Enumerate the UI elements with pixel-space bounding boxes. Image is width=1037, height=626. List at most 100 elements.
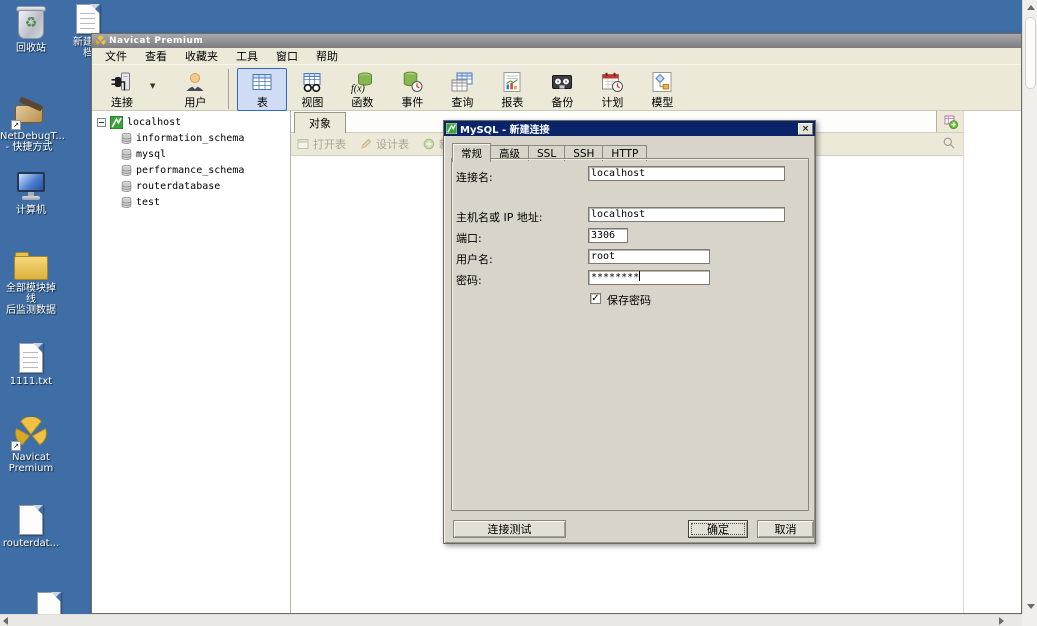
- horizontal-scrollbar[interactable]: [0, 614, 1022, 626]
- toolbar-label: 报表: [501, 94, 523, 110]
- tree-item-db[interactable]: mysql: [92, 146, 290, 162]
- desktop-icon-recycle-bin[interactable]: ♻ 回收站: [2, 4, 60, 54]
- desktop-icon-netdebug-shortcut[interactable]: ↗ NetDebugT...- 快捷方式: [0, 102, 58, 153]
- window-titlebar[interactable]: Navicat Premium: [92, 34, 1021, 48]
- password-input[interactable]: ********: [588, 270, 710, 285]
- menu-favorites[interactable]: 收藏夹: [176, 47, 227, 65]
- database-icon: [121, 132, 132, 145]
- scroll-right-icon[interactable]: [999, 617, 1004, 625]
- tree-item-localhost[interactable]: localhost: [92, 114, 290, 130]
- username-input[interactable]: root: [588, 249, 710, 264]
- desktop-icon-1111-txt[interactable]: 1111.txt: [2, 343, 60, 387]
- scroll-left-icon[interactable]: [3, 617, 8, 625]
- menu-help[interactable]: 帮助: [307, 47, 347, 65]
- toolbar-label: 表: [257, 94, 268, 110]
- new-connection-dialog: MySQL - 新建连接 × 常规 高级 SSL SSH HTTP 连接名: l…: [443, 120, 816, 544]
- test-connection-button[interactable]: 连接测试: [453, 520, 566, 538]
- toolbar-label: 模型: [651, 94, 673, 110]
- icon-label-line1: 全部模块掉线: [6, 283, 56, 305]
- menu-file[interactable]: 文件: [96, 47, 136, 65]
- file-icon: [19, 505, 43, 535]
- tree-item-db[interactable]: test: [92, 194, 290, 210]
- scroll-up-icon[interactable]: [1027, 5, 1035, 10]
- text-document-icon: [76, 4, 100, 34]
- connection-name-label: 连接名:: [456, 169, 493, 185]
- collapse-icon[interactable]: [97, 118, 106, 127]
- netdebug-tool-icon: ↗: [13, 102, 45, 128]
- toolbar-schedule-button[interactable]: 计划: [587, 68, 637, 111]
- toolbar-connect-button[interactable]: 连接: [97, 68, 147, 111]
- user-icon: [183, 70, 207, 94]
- toolbar-view-button[interactable]: 视图: [287, 68, 337, 111]
- icon-label: 计算机: [2, 205, 60, 216]
- tree-item-db[interactable]: performance_schema: [92, 162, 290, 178]
- desktop: ♻ 回收站 新建文档 ↗ NetDebugT...- 快捷方式 计算机 全部模块…: [0, 0, 1037, 626]
- toolbar-label: 函数: [351, 94, 373, 110]
- icon-label: 回收站: [2, 43, 60, 54]
- shortcut-arrow-icon: ↗: [11, 441, 21, 451]
- toolbar-table-button[interactable]: 表: [237, 68, 287, 111]
- desktop-icon-module-data-folder[interactable]: 全部模块掉线后监测数据: [2, 252, 60, 316]
- main-toolbar: 连接 ▼ 用户 表 视图 f(x) 函数: [92, 65, 1021, 111]
- design-table-button[interactable]: 设计表: [360, 136, 409, 152]
- menu-window[interactable]: 窗口: [267, 47, 307, 65]
- shortcut-arrow-icon: ↗: [11, 120, 21, 130]
- navicat-logo-icon: ↗: [13, 417, 49, 449]
- toolbar-label: 备份: [551, 94, 573, 110]
- function-icon: f(x): [350, 70, 374, 94]
- pencil-icon: [360, 138, 372, 150]
- toolbar-label: 用户: [184, 94, 206, 110]
- close-icon[interactable]: ×: [798, 123, 813, 135]
- toolbar-user-button[interactable]: 用户: [170, 68, 220, 111]
- tree-item-label: routerdatabase: [136, 181, 220, 192]
- connection-name-input[interactable]: localhost: [588, 166, 785, 181]
- desktop-icon-computer[interactable]: 计算机: [2, 170, 60, 216]
- new-object-cell[interactable]: [936, 111, 964, 132]
- ok-button[interactable]: 确定: [688, 520, 748, 538]
- search-button[interactable]: [942, 136, 956, 153]
- model-icon: [650, 70, 674, 94]
- scroll-down-icon[interactable]: [1027, 604, 1035, 609]
- plus-icon: [423, 138, 435, 150]
- open-table-button[interactable]: 打开表: [297, 136, 346, 152]
- toolbar-function-button[interactable]: f(x) 函数: [337, 68, 387, 111]
- desktop-icon-routerdat-file[interactable]: routerdat...: [2, 505, 60, 549]
- search-icon: [942, 136, 956, 150]
- username-label: 用户名:: [456, 251, 493, 267]
- backup-icon: [550, 70, 574, 94]
- connect-dropdown-arrow[interactable]: ▼: [147, 82, 158, 90]
- icon-label: 1111.txt: [2, 376, 60, 387]
- panel-divider: [963, 111, 964, 613]
- tree-item-db[interactable]: routerdatabase: [92, 178, 290, 194]
- save-password-checkbox[interactable]: ✓: [590, 293, 601, 304]
- cancel-button[interactable]: 取消: [757, 520, 814, 538]
- icon-label: routerdat...: [2, 538, 60, 549]
- tree-item-db[interactable]: information_schema: [92, 130, 290, 146]
- toolbar-backup-button[interactable]: 备份: [537, 68, 587, 111]
- host-input[interactable]: localhost: [588, 207, 785, 222]
- toolbar-query-button[interactable]: 查询: [437, 68, 487, 111]
- menu-view[interactable]: 查看: [136, 47, 176, 65]
- password-masked-value: ********: [591, 272, 639, 283]
- tree-item-label: test: [136, 197, 160, 208]
- menu-tools[interactable]: 工具: [227, 47, 267, 65]
- toolbar-model-button[interactable]: 模型: [637, 68, 687, 111]
- tab-general[interactable]: 常规: [452, 143, 491, 162]
- icon-label-line1: NetDebugT...: [0, 131, 65, 142]
- window-title: Navicat Premium: [109, 36, 203, 46]
- query-icon: [450, 70, 474, 94]
- dialog-titlebar[interactable]: MySQL - 新建连接 ×: [444, 121, 815, 136]
- plug-icon: [110, 70, 134, 94]
- toolbar-report-button[interactable]: 报表: [487, 68, 537, 111]
- desktop-icon-navicat-premium[interactable]: ↗ NavicatPremium: [2, 417, 60, 474]
- text-caret: [639, 271, 640, 281]
- toolbar-event-button[interactable]: 事件: [387, 68, 437, 111]
- mysql-connection-icon: [110, 116, 123, 129]
- button-label: 打开表: [313, 136, 346, 152]
- vertical-scroll-thumb[interactable]: [1025, 17, 1036, 89]
- toolbar-label: 视图: [301, 94, 323, 110]
- mysql-dialog-icon: [446, 123, 457, 134]
- vertical-scrollbar[interactable]: [1022, 0, 1037, 614]
- port-input[interactable]: 3306: [588, 228, 628, 243]
- tab-objects[interactable]: 对象: [294, 112, 346, 133]
